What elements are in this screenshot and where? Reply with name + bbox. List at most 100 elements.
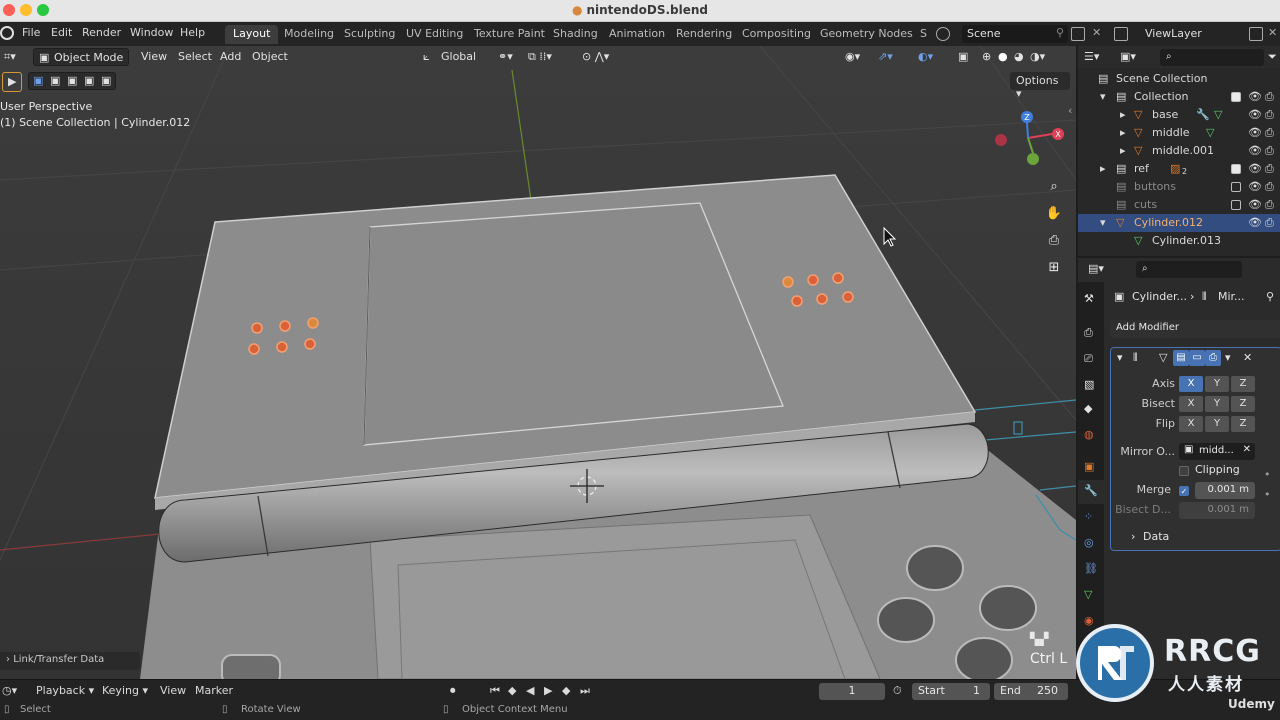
- current-frame-field[interactable]: 1: [819, 683, 885, 700]
- overlays-toggle-icon[interactable]: ◐▾: [918, 50, 933, 63]
- eye-icon[interactable]: 👁: [1248, 126, 1262, 139]
- tab-shading[interactable]: Shading: [545, 25, 606, 44]
- visibility-icon[interactable]: ◉▾: [845, 50, 860, 63]
- world-tab-icon[interactable]: ◍: [1084, 428, 1094, 441]
- jump-end-icon[interactable]: ⏭: [580, 684, 590, 698]
- menu-add[interactable]: Add: [220, 50, 241, 63]
- clipping-checkbox[interactable]: [1179, 466, 1189, 476]
- 3d-viewport[interactable]: X Z ⌗▾ ▣ Object Mode View Select Add Obj…: [0, 46, 1076, 679]
- menu-window[interactable]: Window: [130, 26, 173, 39]
- expand-arrow-icon[interactable]: ▸: [1120, 126, 1126, 139]
- tab-rendering[interactable]: Rendering: [668, 25, 740, 44]
- outliner-row-middle-001[interactable]: ▸ ▽ middle.001 👁 ⎙: [1078, 142, 1280, 160]
- proportional-edit-icon[interactable]: ⊙ ⋀▾: [582, 50, 609, 63]
- orientation-label[interactable]: Global: [441, 50, 476, 63]
- tab-geometry-nodes[interactable]: Geometry Nodes: [812, 25, 921, 44]
- outliner-row-collection[interactable]: ▾ ▤ Collection 👁 ⎙: [1078, 88, 1280, 106]
- render-camera-icon[interactable]: ⎙: [1265, 126, 1274, 140]
- remove-modifier-icon[interactable]: ✕: [1243, 351, 1252, 364]
- tab-modeling[interactable]: Modeling: [276, 25, 342, 44]
- mirror-modifier-panel[interactable]: ▾ ⫴ ▽ ▤ ▭ ⎙ ▾ ✕ Axis X Y Z Bisect X Y Z …: [1110, 347, 1280, 551]
- outliner-row-cylinder-012[interactable]: ▾ ▽ Cylinder.012 👁 ⎙: [1078, 214, 1280, 232]
- properties-search-input[interactable]: ⌕: [1136, 261, 1242, 278]
- display-mode-icon[interactable]: ▣▾: [1120, 50, 1136, 63]
- clear-field-icon[interactable]: ✕: [1243, 444, 1251, 455]
- eye-icon[interactable]: 👁: [1248, 90, 1262, 103]
- options-dropdown[interactable]: Options ▾: [1010, 72, 1070, 100]
- play-icon[interactable]: ▶: [544, 684, 552, 697]
- eye-icon[interactable]: 👁: [1248, 144, 1262, 157]
- modifier-menu-icon[interactable]: ▾: [1225, 351, 1231, 364]
- delete-scene-icon[interactable]: ✕: [1092, 26, 1101, 39]
- select-new-icon[interactable]: ▣: [33, 74, 43, 87]
- exclude-checkbox[interactable]: [1231, 92, 1241, 102]
- prev-keyframe-icon[interactable]: ◆: [508, 684, 516, 697]
- menu-edit[interactable]: Edit: [51, 26, 72, 39]
- menu-help[interactable]: Help: [180, 26, 205, 39]
- render-camera-icon[interactable]: ⎙: [1265, 180, 1274, 194]
- bisect-z-toggle[interactable]: Z: [1231, 396, 1255, 412]
- select-intersect-icon[interactable]: ▣: [101, 74, 111, 87]
- exclude-checkbox[interactable]: [1231, 182, 1241, 192]
- viewport-scene[interactable]: X Z: [0, 46, 1076, 679]
- gizmo-toggle-icon[interactable]: ⇗▾: [878, 50, 893, 63]
- tool-tab-icon[interactable]: ⚒: [1084, 292, 1094, 305]
- menu-view[interactable]: View: [160, 684, 186, 697]
- flip-x-toggle[interactable]: X: [1179, 416, 1203, 432]
- select-invert-icon[interactable]: ▣: [84, 74, 94, 87]
- camera-view-icon[interactable]: ⎙: [1043, 230, 1065, 252]
- zoom-icon[interactable]: ⌕: [1043, 176, 1065, 198]
- particles-tab-icon[interactable]: ⁘: [1084, 510, 1093, 523]
- outliner-row-ref[interactable]: ▸ ▤ ref ▨ 2 👁 ⎙: [1078, 160, 1280, 178]
- eye-icon[interactable]: 👁: [1248, 180, 1262, 193]
- xray-toggle-icon[interactable]: ▣: [958, 50, 968, 63]
- outliner-row-base[interactable]: ▸ ▽ base 🔧 ▽ 👁 ⎙: [1078, 106, 1280, 124]
- axis-y-toggle[interactable]: Y: [1205, 376, 1229, 392]
- menu-object[interactable]: Object: [252, 50, 288, 63]
- eye-icon[interactable]: 👁: [1248, 162, 1262, 175]
- object-tab-icon[interactable]: ▣: [1084, 460, 1094, 473]
- timeline-editor-type-icon[interactable]: ◷▾: [2, 684, 17, 697]
- tab-uv-editing[interactable]: UV Editing: [398, 25, 471, 44]
- view-layer-browse-icon[interactable]: [1114, 27, 1128, 41]
- keyframe-dot-icon[interactable]: •: [1264, 488, 1271, 501]
- menu-file[interactable]: File: [22, 26, 40, 39]
- material-shading-icon[interactable]: ◕: [1014, 50, 1024, 63]
- outliner-row-cylinder-013[interactable]: ▽ Cylinder.013: [1078, 232, 1280, 250]
- snap-icon[interactable]: ⧉ ⁞⁞▾: [528, 50, 552, 64]
- selection-mode-group[interactable]: ▣ ▣ ▣ ▣ ▣: [28, 72, 116, 90]
- tab-sculpting[interactable]: Sculpting: [336, 25, 403, 44]
- scene-selector[interactable]: Scene ⚲: [962, 25, 1068, 43]
- tab-scripting-truncated[interactable]: S: [912, 25, 935, 44]
- next-keyframe-icon[interactable]: ◆: [562, 684, 570, 697]
- output-tab-icon[interactable]: ⎚: [1084, 352, 1093, 366]
- blender-logo-icon[interactable]: [0, 26, 14, 40]
- render-tab-icon[interactable]: ⎙: [1084, 326, 1093, 340]
- edit-mode-toggle-icon[interactable]: ▽: [1159, 351, 1167, 364]
- tab-compositing[interactable]: Compositing: [734, 25, 819, 44]
- data-tab-icon[interactable]: ▽: [1084, 588, 1092, 601]
- tab-texture-paint[interactable]: Texture Paint: [466, 25, 553, 44]
- expand-arrow-icon[interactable]: ▾: [1100, 90, 1106, 103]
- breadcrumb-object[interactable]: Cylinder...: [1132, 290, 1187, 303]
- properties-editor[interactable]: ▤▾ ⌕ ⚒ ⎙ ⎚ ▧ ◆ ◍ ▣ 🔧 ⁘ ◎ ⛓ ▽ ◉ ▣ Cylinde…: [1078, 258, 1280, 679]
- render-camera-icon[interactable]: ⎙: [1265, 90, 1274, 104]
- menu-view[interactable]: View: [141, 50, 167, 63]
- render-camera-icon[interactable]: ⎙: [1265, 144, 1274, 158]
- outliner-row-middle[interactable]: ▸ ▽ middle ▽ 👁 ⎙: [1078, 124, 1280, 142]
- flip-z-toggle[interactable]: Z: [1231, 416, 1255, 432]
- pin-icon[interactable]: ⚲: [1266, 290, 1274, 303]
- mesh-data-icon[interactable]: ▽: [1206, 126, 1214, 139]
- bisect-distance-field[interactable]: 0.001 m: [1179, 502, 1255, 519]
- expand-arrow-icon[interactable]: ▾: [1100, 216, 1106, 229]
- axis-x-toggle[interactable]: X: [1179, 376, 1203, 392]
- pin-icon[interactable]: ⚲: [1056, 26, 1064, 39]
- delete-view-layer-icon[interactable]: ✕: [1268, 26, 1277, 39]
- last-operator-panel[interactable]: › Link/Transfer Data: [0, 652, 140, 670]
- tab-animation[interactable]: Animation: [601, 25, 673, 44]
- outliner-row-cuts[interactable]: ▤ cuts 👁 ⎙: [1078, 196, 1280, 214]
- merge-distance-field[interactable]: 0.001 m: [1195, 482, 1255, 499]
- collapse-chevron-icon[interactable]: ▾: [1117, 351, 1123, 364]
- viewport-toggle-icon[interactable]: ▭: [1189, 350, 1205, 366]
- flip-y-toggle[interactable]: Y: [1205, 416, 1229, 432]
